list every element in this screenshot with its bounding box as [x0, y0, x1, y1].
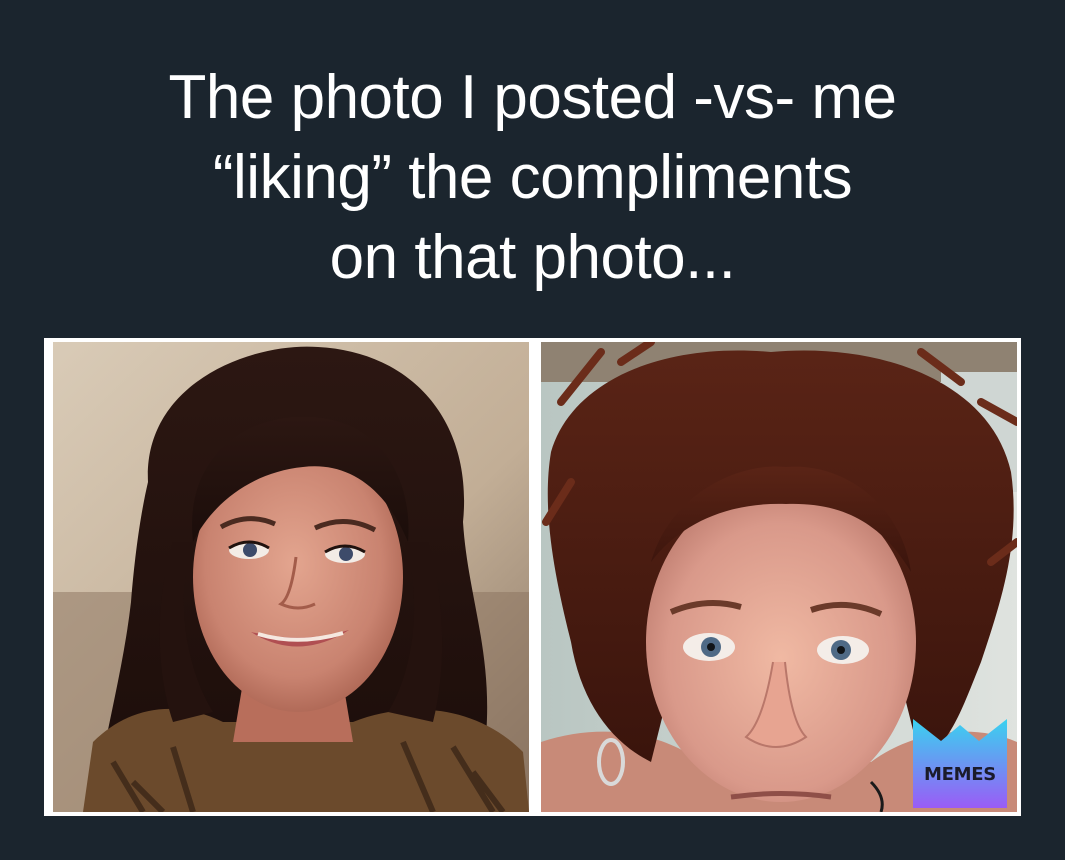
- caption-line-1: The photo I posted -vs- me: [168, 63, 897, 132]
- posted-photo: [53, 342, 529, 812]
- memes-watermark-logo: MEMES: [913, 719, 1007, 808]
- caption-line-2: “liking” the compliments: [212, 143, 853, 212]
- woman-smiling-selfie-image: [53, 342, 529, 812]
- memes-logo-label: MEMES: [924, 764, 996, 785]
- meme-caption: The photo I posted -vs- me “liking” the …: [60, 58, 1005, 298]
- caption-line-3: on that photo...: [329, 223, 736, 292]
- photo-collage: [44, 338, 1021, 816]
